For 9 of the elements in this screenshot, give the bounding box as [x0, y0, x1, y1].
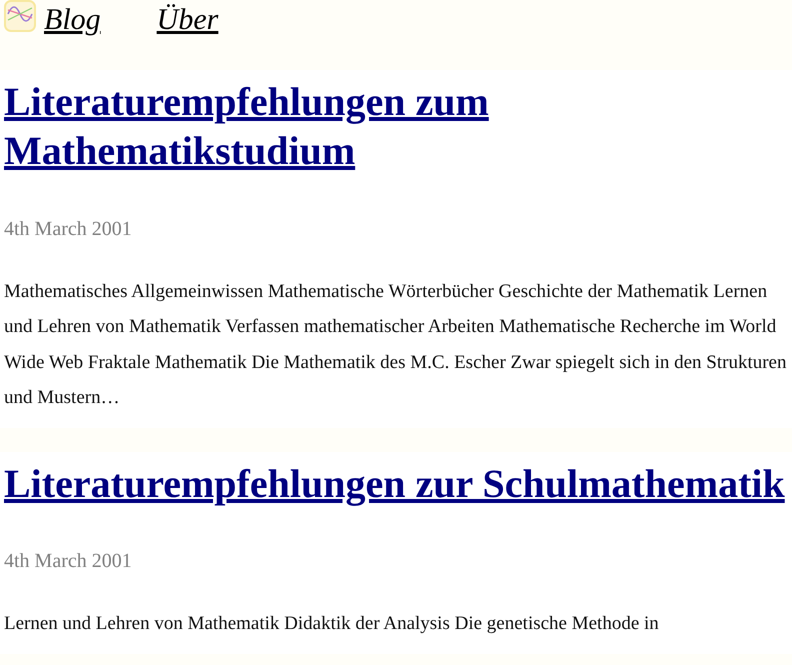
post-title-link[interactable]: Literaturempfehlungen zur Schulmathematik [4, 460, 785, 508]
post-excerpt: Mathematisches Allgemeinwissen Mathematische Wörterbücher Geschichte der Mathematik Lernen und Lehren von Mathematik Verfassen mathematischer Arbeiten Mathematische Recherche im World Wide Web Fraktale Mathematik Die Mathematik des M.C. Escher Zwar spiegelt sich in den Strukturen und Mustern… [4, 280, 788, 410]
post-date: 4th March 2001 [4, 218, 132, 240]
nav-link[interactable]: Blog [44, 0, 101, 40]
post-title-link[interactable]: Literaturempfehlungen zum Mathematikstudium [4, 78, 788, 176]
nav-link[interactable]: Über [156, 0, 218, 40]
logo-icon [4, 0, 36, 32]
post-excerpt: Lernen und Lehren von Mathematik Didaktik der Analysis Die genetische Methode in [4, 612, 660, 636]
post-date: 4th March 2001 [4, 550, 132, 572]
